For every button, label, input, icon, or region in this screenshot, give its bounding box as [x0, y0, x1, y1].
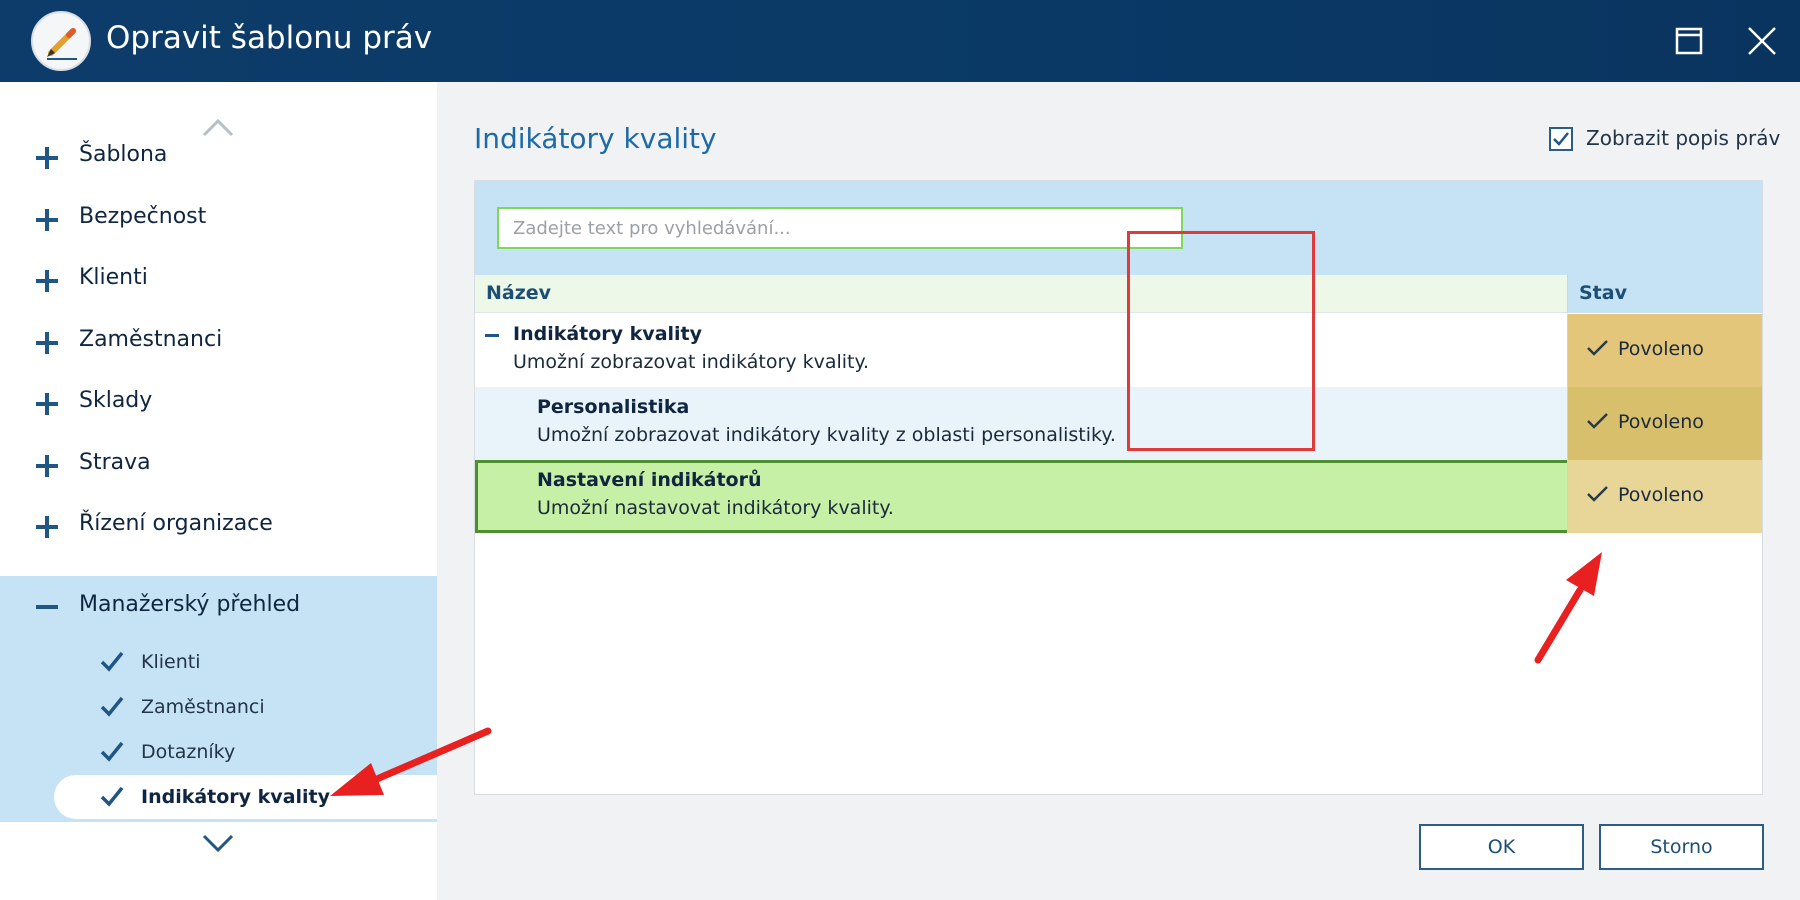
check-icon: [1586, 411, 1610, 431]
row-title: Nastavení indikátorů: [537, 469, 762, 491]
search-input[interactable]: [497, 207, 1183, 249]
row-description: Umožní zobrazovat indikátory kvality z o…: [537, 424, 1116, 446]
sidebar-item-label: Manažerský přehled: [79, 592, 301, 617]
rights-panel: Název Stav Indikátory kvality Umožní zob…: [474, 180, 1763, 795]
ok-button[interactable]: OK: [1419, 824, 1584, 870]
check-icon: [1586, 338, 1610, 358]
sidebar: Šablona Bezpečnost Klienti Zaměstnanci S…: [0, 82, 437, 900]
table-row-selected[interactable]: Nastavení indikátorů Umožní nastavovat i…: [475, 460, 1762, 533]
sidebar-item-sklady[interactable]: Sklady: [0, 372, 437, 434]
sidebar-item-zamestnanci[interactable]: Zaměstnanci: [0, 311, 437, 373]
show-description-checkbox[interactable]: [1549, 127, 1573, 151]
check-icon: [99, 785, 125, 807]
check-icon: [99, 695, 125, 717]
plus-icon: [36, 209, 58, 231]
cancel-button[interactable]: Storno: [1599, 824, 1764, 870]
sidebar-item-rizeni-organizace[interactable]: Řízení organizace: [0, 495, 437, 557]
minus-icon: [36, 605, 58, 609]
check-icon: [99, 740, 125, 762]
check-icon: [1586, 484, 1610, 504]
row-description: Umožní nastavovat indikátory kvality.: [537, 497, 894, 519]
sidebar-item-label: Sklady: [79, 388, 153, 413]
state-label: Povoleno: [1618, 411, 1704, 433]
title-bar: Opravit šablonu práv: [0, 0, 1800, 82]
column-header-state[interactable]: Stav: [1579, 282, 1627, 304]
sidebar-group-manazersky-prehled: Manažerský přehled Klienti Zaměstnanci D…: [0, 576, 437, 822]
sidebar-subitem-indikatory-kvality[interactable]: Indikátory kvality: [0, 775, 437, 819]
sidebar-item-manazersky-prehled[interactable]: Manažerský přehled: [0, 576, 437, 638]
sidebar-item-bezpecnost[interactable]: Bezpečnost: [0, 188, 437, 250]
state-cell[interactable]: Povoleno: [1567, 387, 1762, 460]
table-header: Název Stav: [475, 275, 1762, 313]
maximize-icon[interactable]: [1670, 22, 1708, 60]
window-title: Opravit šablonu práv: [106, 20, 433, 56]
scroll-down-icon[interactable]: [200, 832, 236, 856]
sidebar-item-sablona[interactable]: Šablona: [0, 126, 437, 188]
plus-icon: [36, 393, 58, 415]
search-band: [475, 181, 1762, 275]
sidebar-subitem-label: Dotazníky: [141, 741, 236, 763]
table-row[interactable]: Personalistika Umožní zobrazovat indikát…: [475, 387, 1762, 460]
pencil-logo-icon: [31, 11, 91, 71]
plus-icon: [36, 147, 58, 169]
state-label: Povoleno: [1618, 484, 1704, 506]
sidebar-item-label: Šablona: [79, 142, 168, 167]
state-cell[interactable]: Povoleno: [1567, 460, 1762, 533]
sidebar-subitem-dotazniky[interactable]: Dotazníky: [0, 730, 437, 774]
sidebar-item-label: Řízení organizace: [79, 511, 273, 536]
plus-icon: [36, 516, 58, 538]
plus-icon: [36, 455, 58, 477]
content-area: Indikátory kvality Zobrazit popis práv N…: [437, 82, 1800, 900]
sidebar-item-strava[interactable]: Strava: [0, 434, 437, 496]
sidebar-subitem-zamestnanci[interactable]: Zaměstnanci: [0, 685, 437, 729]
plus-icon: [36, 270, 58, 292]
check-icon: [99, 650, 125, 672]
page-title: Indikátory kvality: [474, 122, 717, 155]
sidebar-item-label: Klienti: [79, 265, 148, 290]
collapse-icon[interactable]: [485, 334, 499, 337]
close-icon[interactable]: [1743, 22, 1781, 60]
table-row[interactable]: Indikátory kvality Umožní zobrazovat ind…: [475, 314, 1762, 387]
plus-icon: [36, 332, 58, 354]
row-title: Indikátory kvality: [513, 323, 703, 345]
row-title: Personalistika: [537, 396, 690, 418]
state-cell[interactable]: Povoleno: [1567, 314, 1762, 387]
sidebar-subitem-klienti[interactable]: Klienti: [0, 640, 437, 684]
row-description: Umožní zobrazovat indikátory kvality.: [513, 351, 870, 373]
column-header-state-cell: Stav: [1567, 275, 1762, 313]
state-label: Povoleno: [1618, 338, 1704, 360]
sidebar-subitem-label: Klienti: [141, 651, 201, 673]
sidebar-item-label: Strava: [79, 450, 151, 475]
sidebar-subitem-label: Zaměstnanci: [141, 696, 265, 718]
column-header-name[interactable]: Název: [486, 282, 551, 304]
sidebar-subitem-label: Indikátory kvality: [141, 786, 331, 808]
sidebar-item-label: Zaměstnanci: [79, 327, 223, 352]
sidebar-item-klienti[interactable]: Klienti: [0, 249, 437, 311]
show-description-label: Zobrazit popis práv: [1586, 126, 1781, 150]
sidebar-item-label: Bezpečnost: [79, 204, 207, 229]
